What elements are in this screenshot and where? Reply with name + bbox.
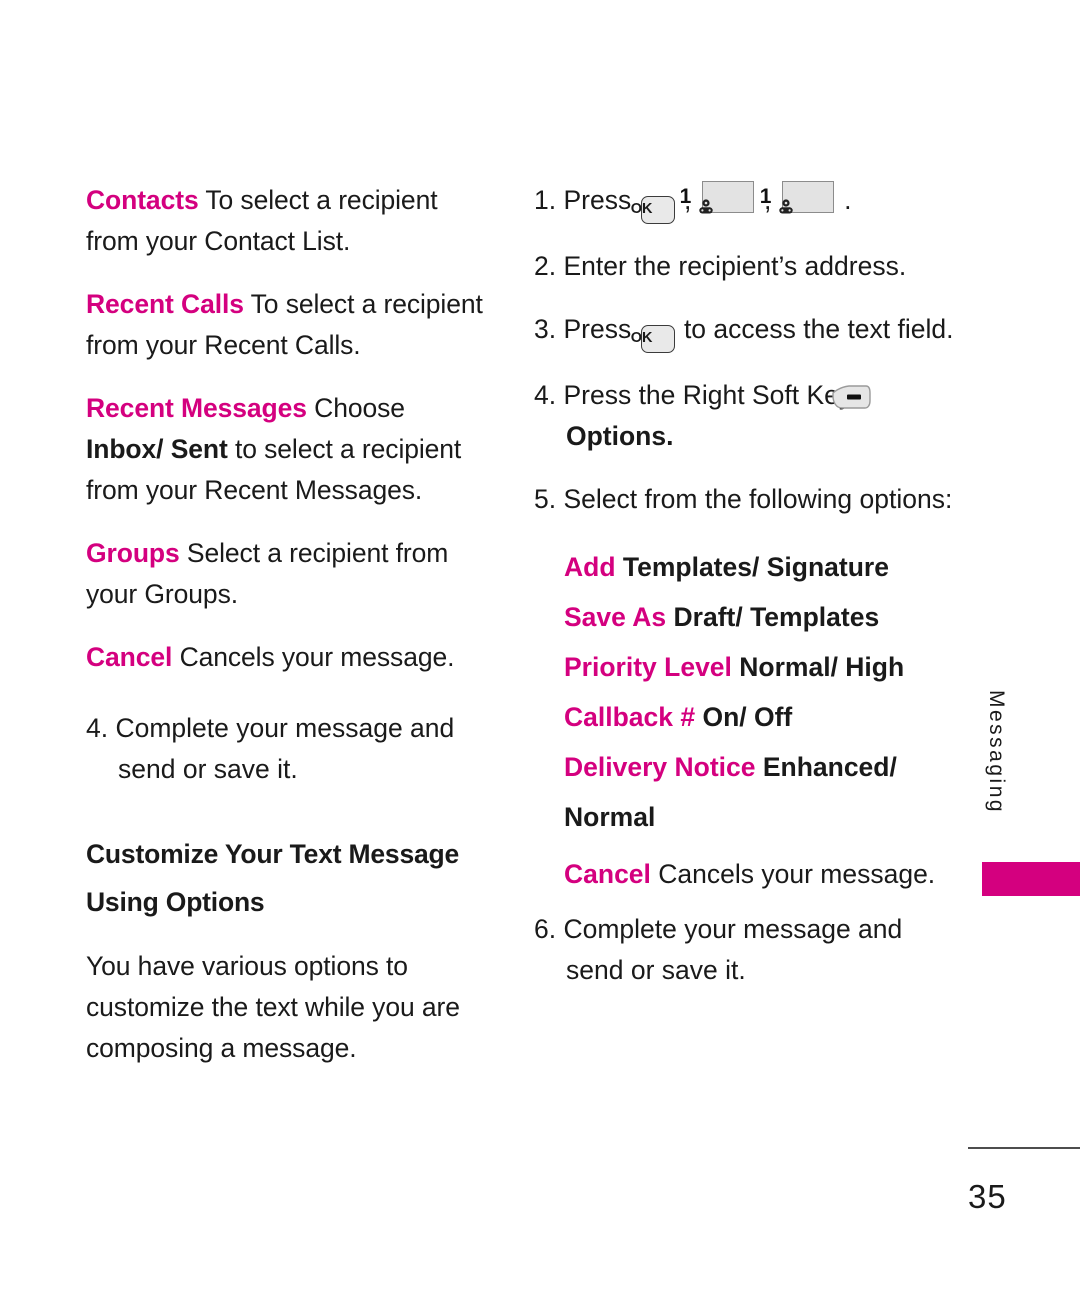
number-one-key-icon: 1 xyxy=(680,181,754,214)
option-priority-level-values: Normal/ High xyxy=(731,652,905,682)
definition-recent-messages-text-1: Choose xyxy=(306,393,405,423)
right-step-1-prefix: 1. Press xyxy=(534,185,639,215)
option-delivery-notice: Delivery Notice Enhanced/ Normal xyxy=(564,742,954,842)
page-number: 35 xyxy=(968,1178,1007,1215)
number-one-key-icon-2: 1 xyxy=(760,181,834,214)
option-cancel-text: Cancels your message. xyxy=(650,859,936,889)
right-soft-key-icon xyxy=(831,381,904,409)
section-body-text: You have various options to customize th… xyxy=(86,951,460,1063)
term-recent-messages: Recent Messages xyxy=(86,393,307,423)
option-callback-number-values: On/ Off xyxy=(695,702,793,732)
right-step-4-period: . xyxy=(666,421,674,451)
option-priority-level: Priority Level Normal/ High xyxy=(564,642,954,692)
section-heading: Customize Your Text Message Using Option… xyxy=(86,839,460,917)
right-step-1-suffix: . xyxy=(836,185,852,215)
definition-recent-messages: Recent Messages Choose Inbox/ Sent to se… xyxy=(86,388,486,511)
right-step-4: 4. Press the Right Soft Key Options. xyxy=(534,375,954,457)
option-save-as-values: Draft/ Templates xyxy=(666,602,880,632)
right-column: 1. Press OK , 1 , 1 . 2. Enter the recip… xyxy=(534,180,954,1013)
option-cancel-label: Cancel xyxy=(564,859,651,889)
right-step-5-intro: 5. Select from the following options: xyxy=(534,484,953,514)
left-column: Contacts To select a recipient from your… xyxy=(86,180,486,1069)
option-cancel: Cancel Cancels your message. xyxy=(564,854,954,895)
term-recent-calls: Recent Calls xyxy=(86,289,244,319)
definition-contacts: Contacts To select a recipient from your… xyxy=(86,180,486,262)
right-step-4-prefix: 4. Press the Right Soft Key xyxy=(534,380,860,410)
footer-divider xyxy=(968,1147,1080,1149)
voicemail-glyph-icon-2 xyxy=(779,187,827,214)
side-chapter-label: Messaging xyxy=(985,690,1008,815)
definition-cancel-text: Cancels your message. xyxy=(172,642,455,672)
voicemail-glyph-icon xyxy=(698,187,747,214)
option-callback-number: Callback # On/ Off xyxy=(564,692,954,742)
term-cancel: Cancel xyxy=(86,642,173,672)
option-callback-number-label: Callback # xyxy=(564,702,696,732)
option-save-as-label: Save As xyxy=(564,602,667,632)
options-list: Add Templates/ Signature Save As Draft/ … xyxy=(534,542,954,895)
right-step-3: 3. Press OK to access the text field. xyxy=(534,309,954,353)
right-step-1: 1. Press OK , 1 , 1 . xyxy=(534,180,954,224)
option-add: Add Templates/ Signature xyxy=(564,542,954,592)
option-save-as: Save As Draft/ Templates xyxy=(564,592,954,642)
option-delivery-notice-label: Delivery Notice xyxy=(564,752,756,782)
option-add-values: Templates/ Signature xyxy=(615,552,889,582)
definition-recent-calls: Recent Calls To select a recipient from … xyxy=(86,284,486,366)
right-step-6: 6. Complete your message and send or sav… xyxy=(534,914,903,985)
side-chapter-tab xyxy=(982,862,1080,896)
right-step-4-options-label: Options xyxy=(566,421,667,451)
right-step-3-suffix: to access the text field. xyxy=(676,314,954,344)
right-step-2: 2. Enter the recipient’s address. xyxy=(534,251,907,281)
definition-cancel: Cancel Cancels your message. xyxy=(86,637,486,678)
definition-groups: Groups Select a recipient from your Grou… xyxy=(86,533,486,615)
manual-page: Contacts To select a recipient from your… xyxy=(0,0,1080,1295)
term-inbox-sent: Inbox/ Sent xyxy=(86,434,228,464)
term-contacts: Contacts xyxy=(86,185,199,215)
ok-key-icon: OK xyxy=(631,196,675,224)
option-add-label: Add xyxy=(564,552,616,582)
ok-key-icon-3: OK xyxy=(631,325,675,353)
right-step-3-prefix: 3. Press xyxy=(534,314,639,344)
left-step-4: 4. Complete your message and send or sav… xyxy=(86,713,455,784)
option-priority-level-label: Priority Level xyxy=(564,652,732,682)
term-groups: Groups xyxy=(86,538,180,568)
